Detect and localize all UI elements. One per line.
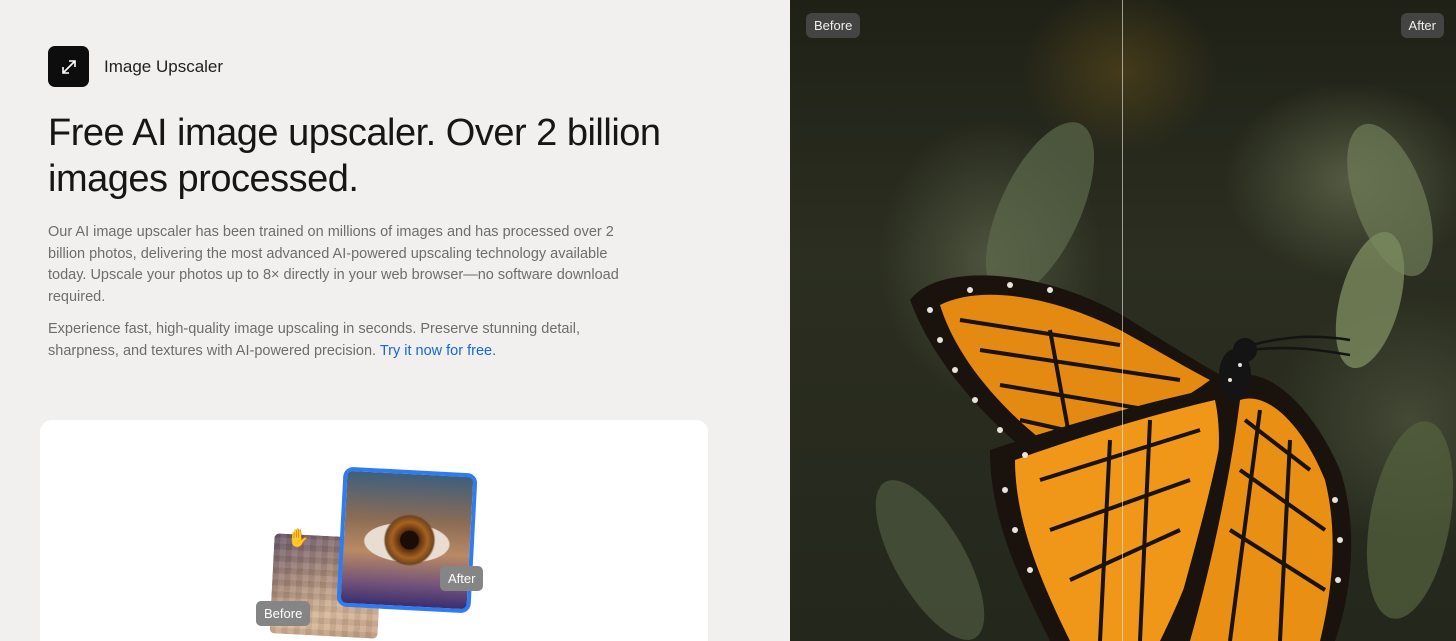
intro-paragraph: Our AI image upscaler has been trained o… <box>48 224 619 305</box>
after-thumbnail <box>336 466 478 614</box>
before-label: Before <box>806 13 861 38</box>
try-free-link[interactable]: Try it now for free. <box>380 343 496 359</box>
left-panel: Image Upscaler Free AI image upscaler. O… <box>0 0 790 641</box>
after-tag: After <box>440 566 484 591</box>
after-label: After <box>1400 13 1444 38</box>
app-header: Image Upscaler <box>48 46 223 87</box>
expand-arrows-icon <box>48 46 89 87</box>
grab-hand-icon: ✋ <box>287 528 310 548</box>
cta-paragraph-text: Experience fast, high-quality image upsc… <box>48 321 580 359</box>
before-tag: Before <box>256 601 311 626</box>
app-name: Image Upscaler <box>104 56 224 76</box>
before-after-comparison[interactable]: Before After <box>790 0 1456 641</box>
page-title: Free AI image upscaler. Over 2 billion i… <box>48 112 661 200</box>
cta-paragraph: Experience fast, high-quality image upsc… <box>48 319 628 362</box>
upload-demo-card[interactable]: ✋ After Before <box>40 420 708 641</box>
butterfly-image <box>875 122 1454 641</box>
comparison-slider-handle[interactable] <box>1122 0 1123 641</box>
